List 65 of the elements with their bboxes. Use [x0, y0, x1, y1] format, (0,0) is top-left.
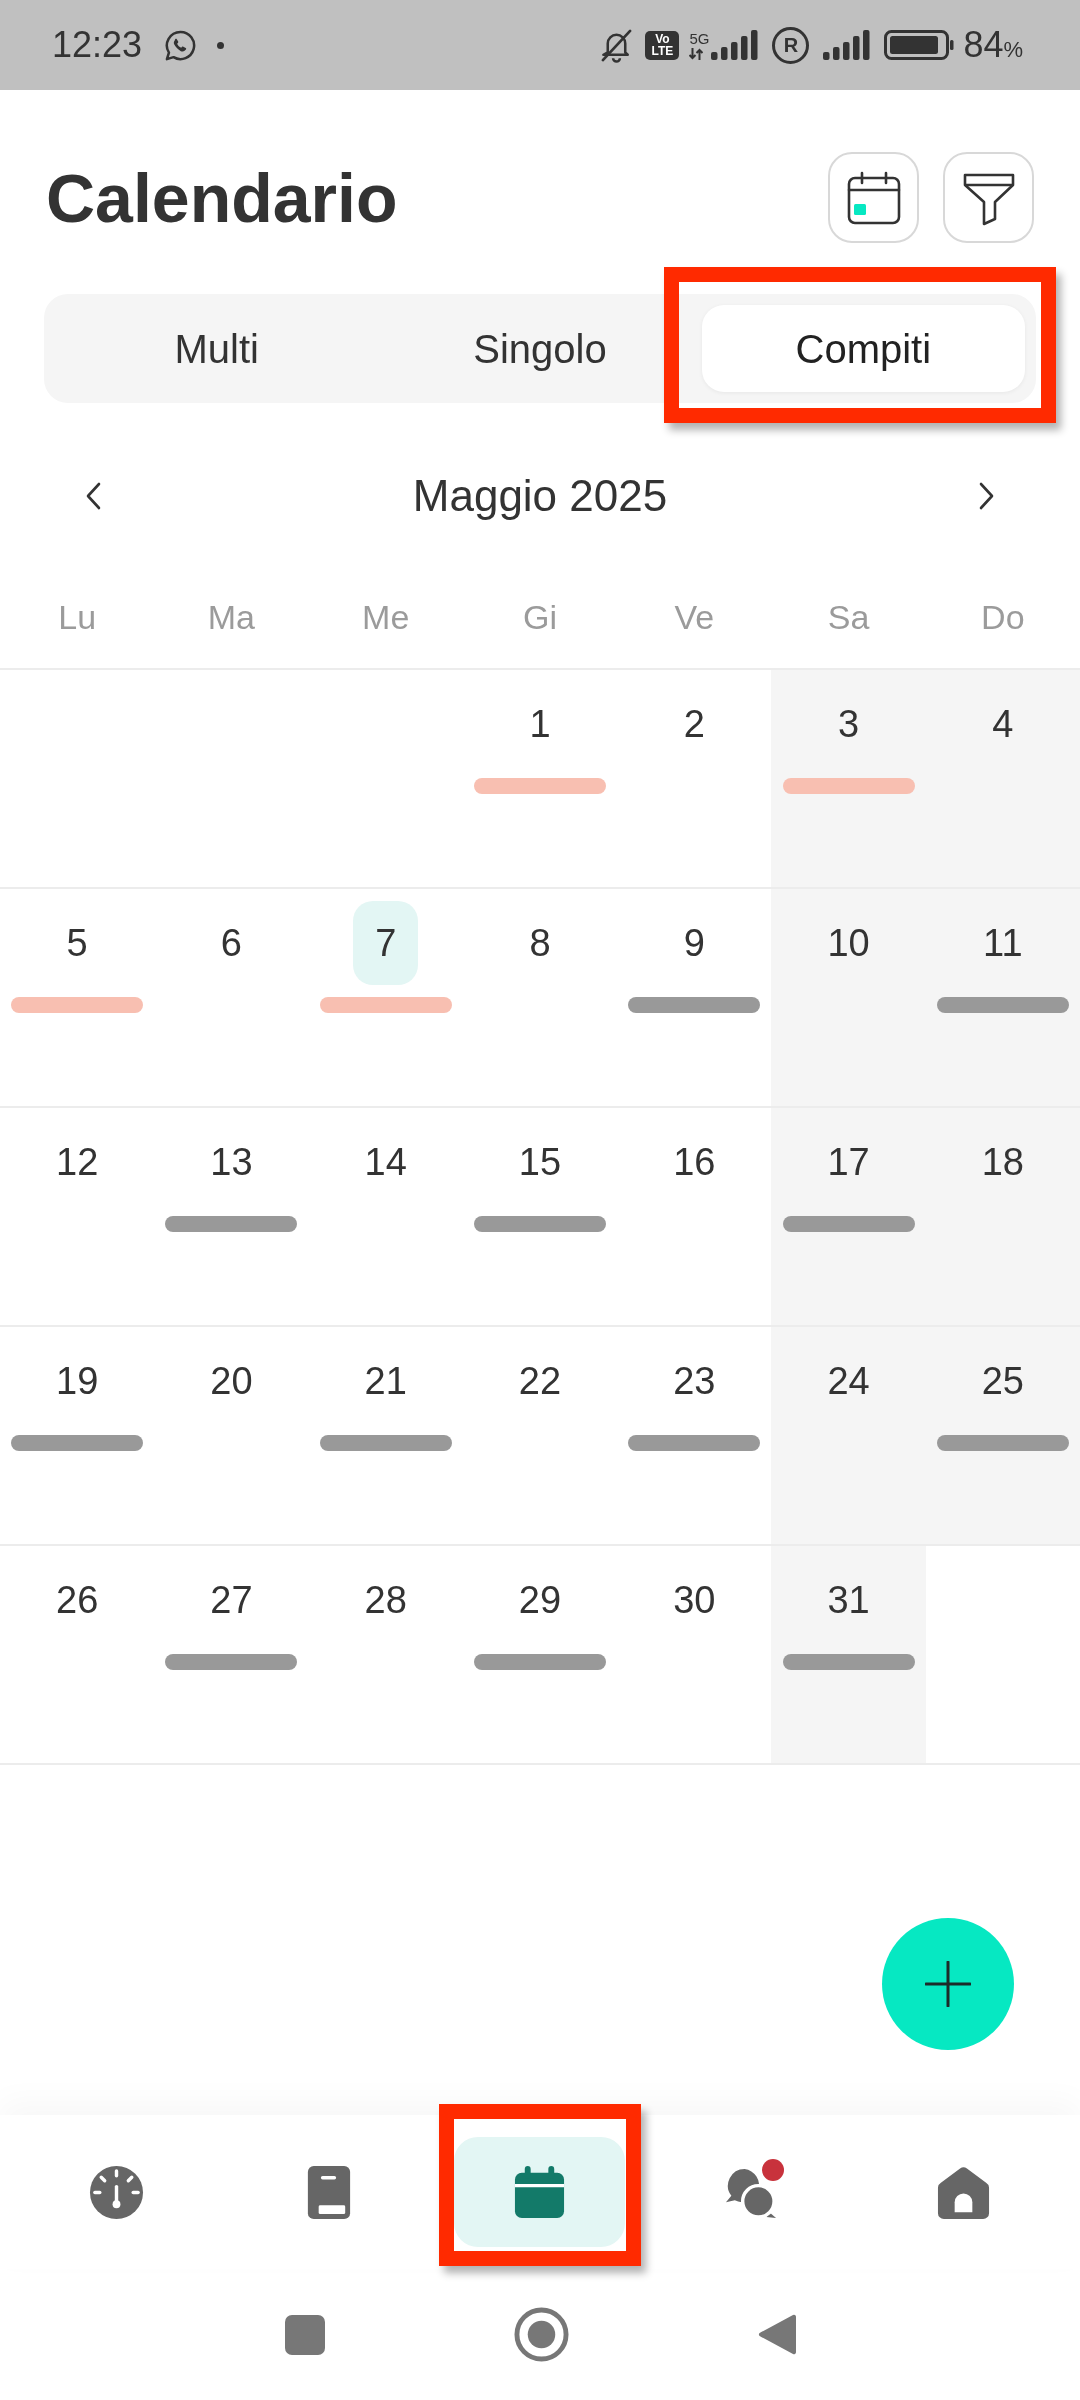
plus-icon — [925, 1961, 971, 2007]
roaming-badge: R — [772, 26, 810, 64]
day-number[interactable]: 14 — [364, 1143, 407, 1181]
phone-chat-icon — [164, 28, 198, 62]
weekday-label: Me — [362, 600, 410, 634]
day-number[interactable]: 23 — [673, 1362, 716, 1400]
weekday-label: Do — [981, 600, 1025, 634]
clock-time: 12:23 — [52, 27, 143, 63]
calendar-icon — [845, 169, 902, 226]
day-number[interactable]: 2 — [683, 705, 705, 743]
circle-icon[interactable] — [513, 2307, 569, 2362]
day-number[interactable]: 13 — [210, 1143, 253, 1181]
day-number[interactable]: 28 — [364, 1581, 407, 1619]
day-number[interactable]: 15 — [518, 1143, 562, 1181]
weekday-label: Lu — [58, 600, 97, 634]
chevron-right-icon — [979, 482, 995, 510]
calendar-button[interactable] — [828, 152, 919, 243]
weekday-label: Ma — [207, 600, 256, 634]
day-number[interactable]: 5 — [66, 924, 88, 962]
nav-button[interactable] — [454, 2137, 626, 2247]
filter-button[interactable] — [943, 152, 1034, 243]
data-arrows-icon — [689, 48, 704, 60]
battery-percent: 84% — [963, 27, 1023, 63]
day-number[interactable]: 12 — [56, 1143, 99, 1181]
triangle-icon[interactable] — [757, 2312, 796, 2357]
day-number[interactable]: 31 — [827, 1581, 870, 1619]
day-number[interactable]: 19 — [56, 1362, 99, 1400]
volte-badge: Vo LTE — [645, 30, 680, 60]
weekday-label: Gi — [523, 600, 557, 634]
day-number[interactable]: 21 — [364, 1362, 407, 1400]
day-number[interactable]: 11 — [983, 924, 1023, 962]
day-number[interactable]: 7 — [375, 924, 397, 962]
signal-icon — [711, 30, 759, 60]
day-number[interactable]: 22 — [518, 1362, 562, 1400]
day-number[interactable]: 16 — [673, 1143, 716, 1181]
weekday-label: Ve — [674, 600, 715, 634]
day-number[interactable]: 20 — [210, 1362, 253, 1400]
gauge-icon — [89, 2164, 145, 2220]
day-number[interactable]: 4 — [992, 705, 1014, 743]
tab[interactable]: Compiti — [701, 305, 1025, 392]
day-number[interactable]: 18 — [981, 1143, 1024, 1181]
month-title: Maggio 2025 — [412, 470, 668, 522]
day-number[interactable]: 8 — [529, 924, 551, 962]
page-title: Calendario — [46, 163, 398, 232]
chevron-left-icon — [85, 482, 101, 510]
day-number[interactable]: 10 — [827, 924, 870, 962]
day-number[interactable]: 27 — [210, 1581, 253, 1619]
day-number[interactable]: 26 — [56, 1581, 99, 1619]
day-number[interactable]: 24 — [827, 1362, 870, 1400]
weekday-label: Sa — [827, 600, 870, 634]
house-icon — [935, 2164, 991, 2220]
day-number[interactable]: 1 — [529, 705, 551, 743]
day-number[interactable]: 17 — [827, 1143, 870, 1181]
network-type-label: 5G — [689, 31, 710, 46]
tab[interactable]: Singolo — [378, 305, 702, 392]
signal-icon — [823, 30, 871, 60]
day-number[interactable]: 6 — [220, 924, 242, 962]
day-number[interactable]: 30 — [673, 1581, 716, 1619]
tab[interactable]: Multi — [55, 305, 379, 392]
square-icon[interactable] — [284, 2314, 325, 2355]
battery-icon — [884, 30, 955, 60]
day-number[interactable]: 9 — [683, 924, 705, 962]
day-number[interactable]: 3 — [838, 705, 860, 743]
day-number[interactable]: 29 — [518, 1581, 562, 1619]
day-number[interactable]: 25 — [981, 1362, 1024, 1400]
